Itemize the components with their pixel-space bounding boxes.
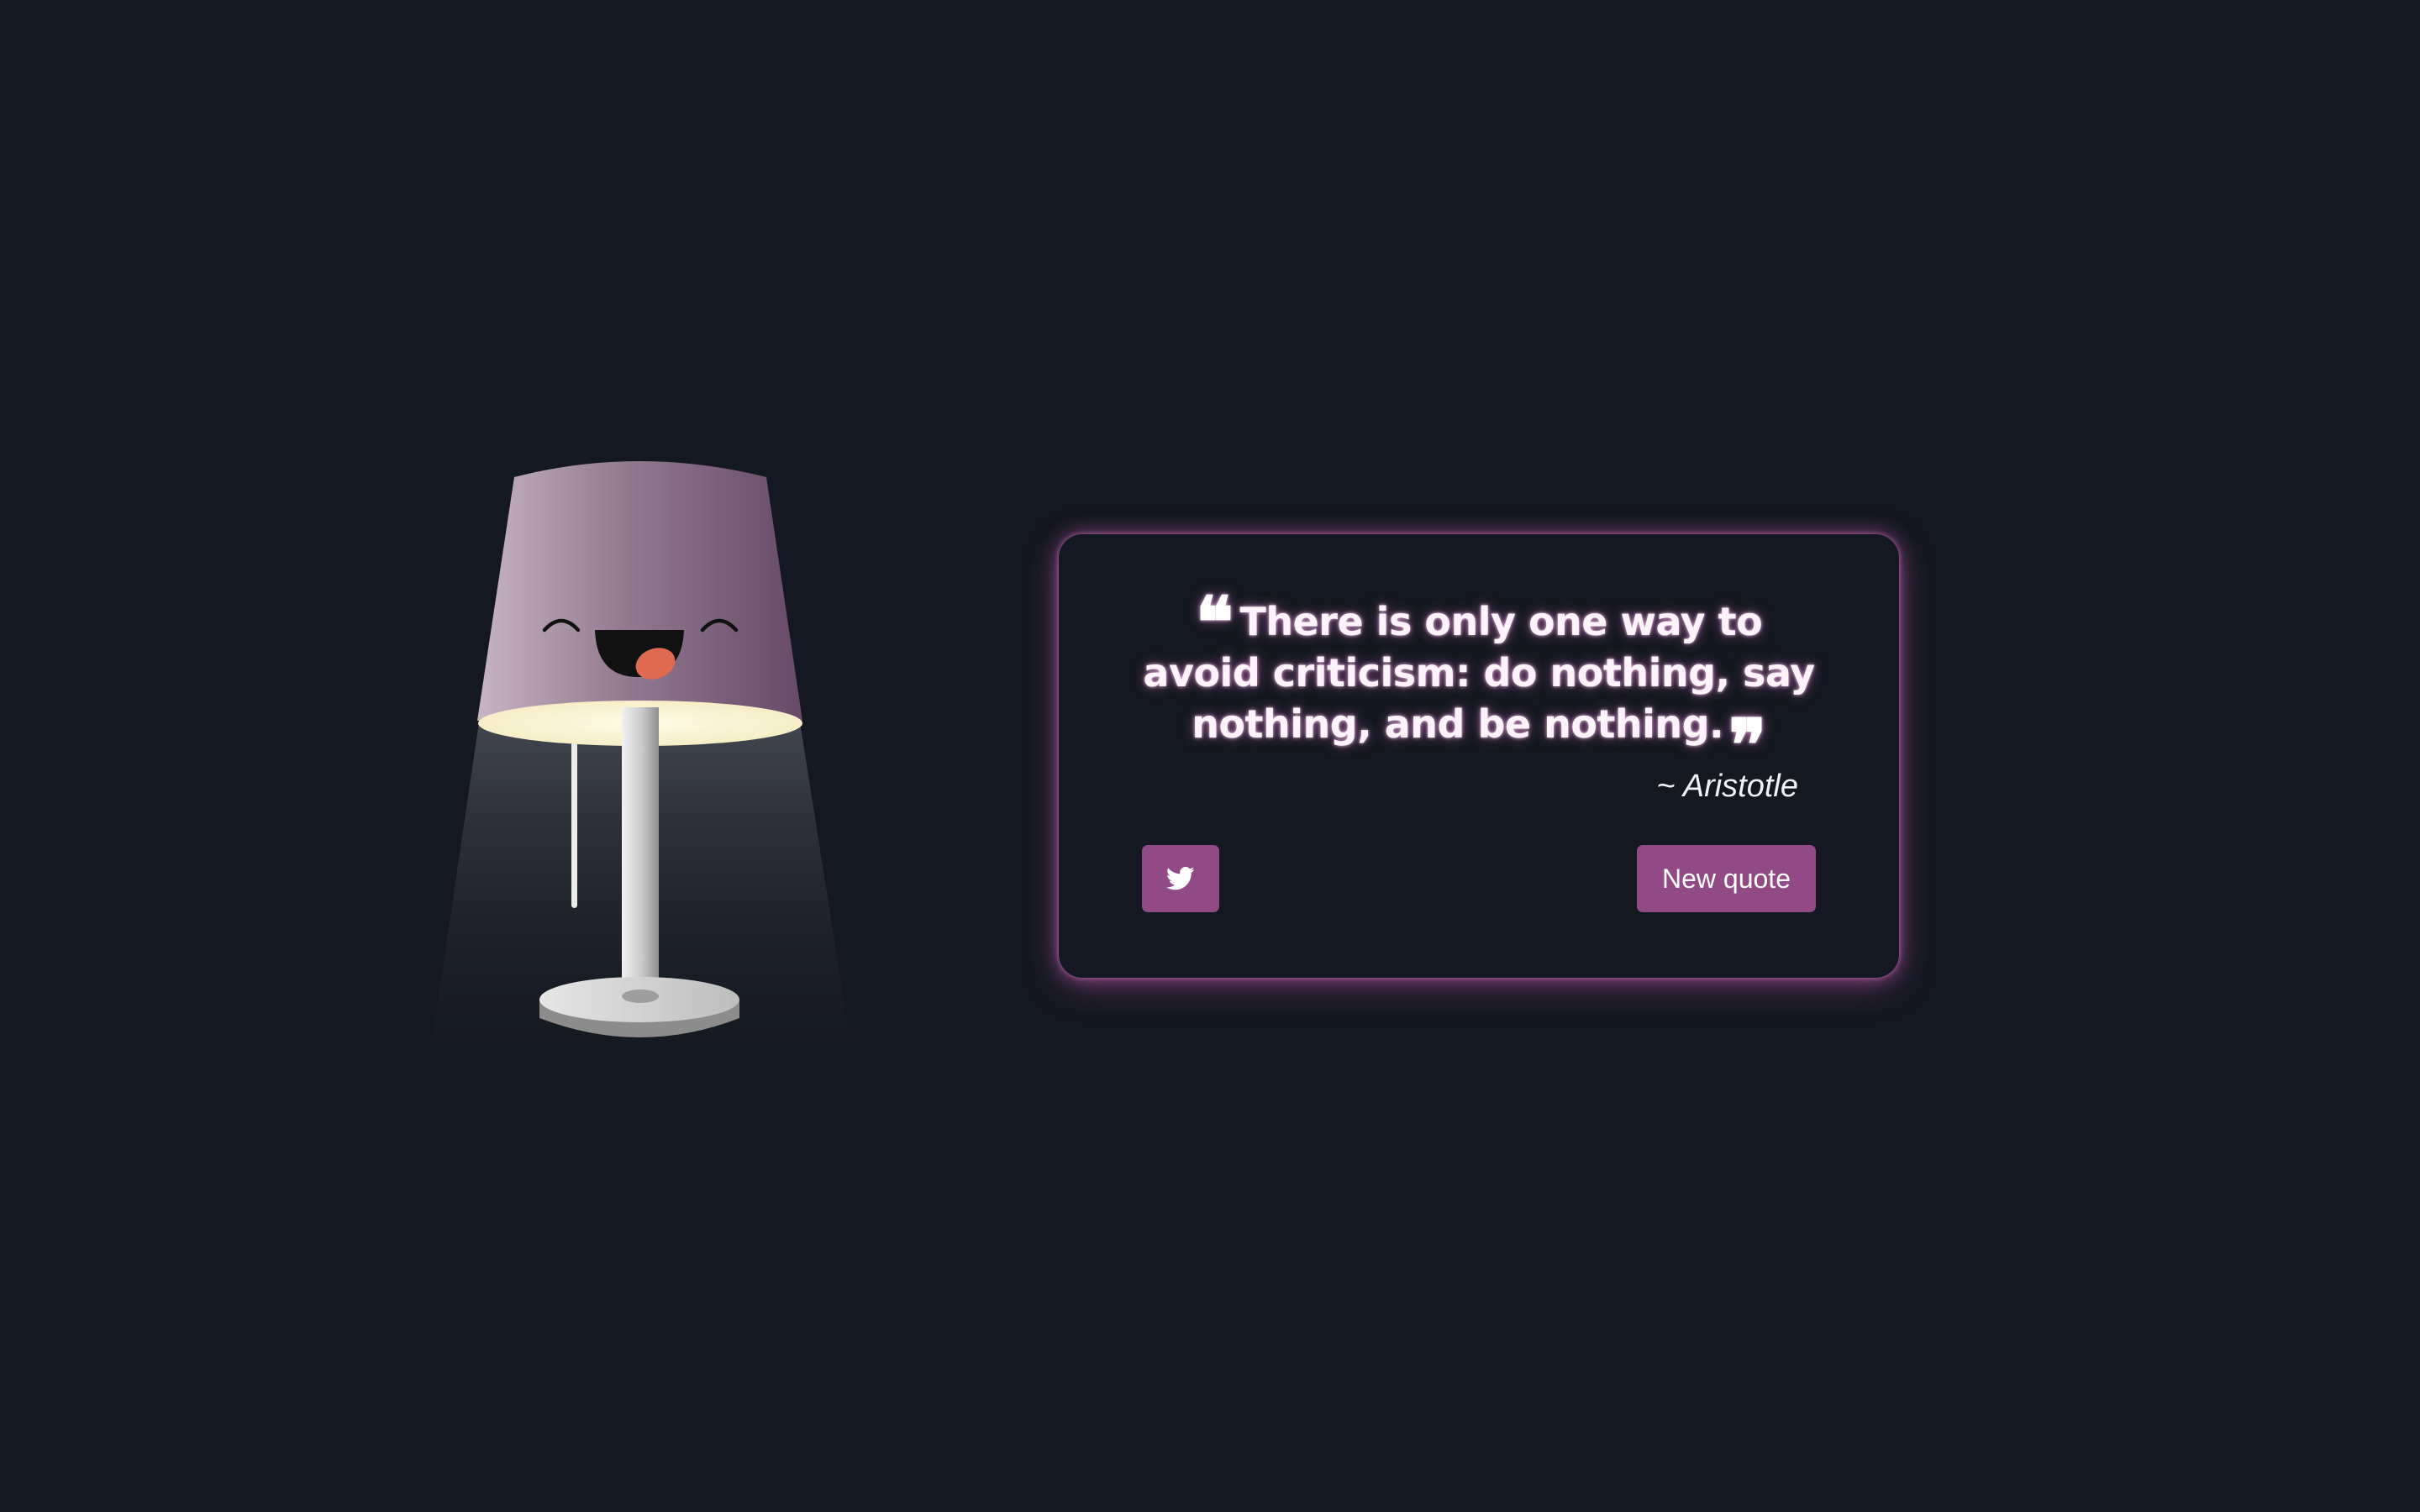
quote-author: ~ Aristotle	[1656, 769, 1798, 804]
lamp-illustration	[420, 437, 857, 1075]
quote-card: ❝ There is only one way to avoid criticis…	[1059, 534, 1899, 978]
quote-actions: New quote	[1142, 845, 1816, 912]
close-quote-icon: ❞	[1728, 703, 1766, 786]
lamp-pole-foot	[622, 990, 659, 1003]
twitter-bird-icon	[1166, 866, 1195, 890]
quote-text: There is only one way to avoid criticism…	[1143, 599, 1815, 747]
lamp-pole	[622, 707, 659, 1018]
new-quote-button[interactable]: New quote	[1637, 845, 1816, 912]
lamp-svg	[432, 461, 850, 1042]
page: ❝ There is only one way to avoid criticis…	[0, 0, 2420, 1512]
open-quote-icon: ❝	[1195, 580, 1234, 664]
lamp-shade	[477, 461, 802, 721]
pull-string	[571, 719, 577, 908]
tweet-quote-button[interactable]	[1142, 845, 1219, 912]
quote-text-block: ❝ There is only one way to avoid criticis…	[1141, 587, 1817, 780]
